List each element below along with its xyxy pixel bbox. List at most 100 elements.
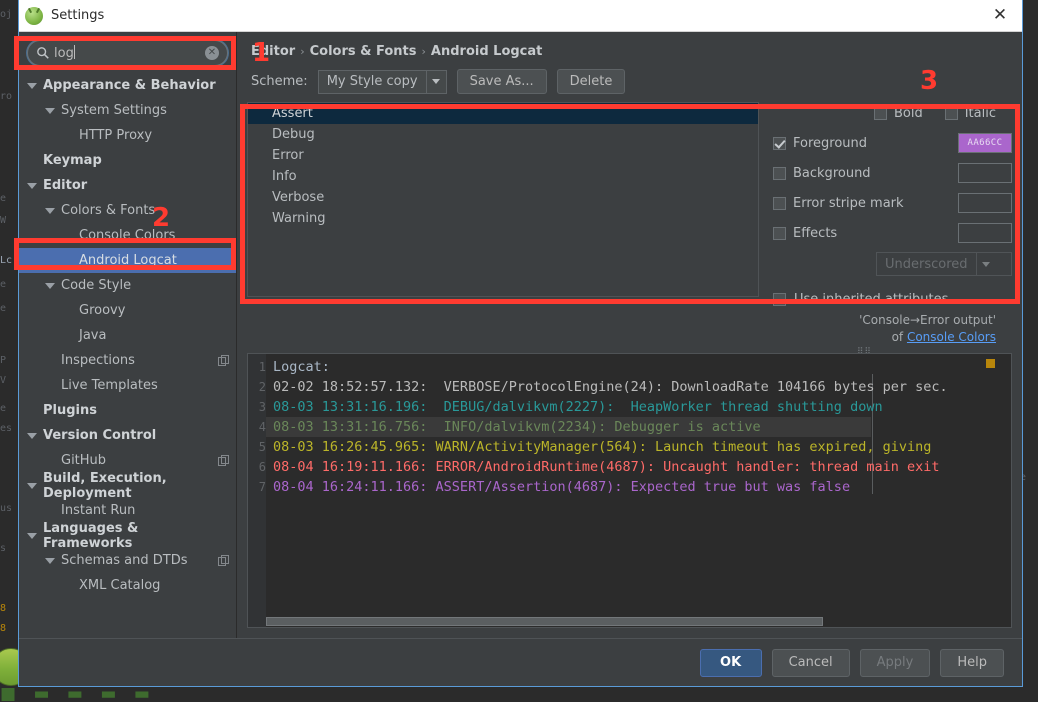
sidebar-item-github[interactable]: GitHub [19,448,236,473]
bg-left-text: e [0,403,7,414]
bg-left-text: 8 [0,603,7,614]
sidebar-item-xml-catalog[interactable]: XML Catalog [19,573,236,598]
sidebar-item-label: GitHub [61,453,107,468]
sidebar-item-java[interactable]: Java [19,323,236,348]
console-colors-link[interactable]: Console Colors [907,330,996,344]
background-checkbox[interactable]: Background [773,166,958,181]
sidebar-item-colors-fonts[interactable]: Colors & Fonts [19,198,236,223]
sidebar-item-editor[interactable]: Editor [19,173,236,198]
chevron-down-icon[interactable] [27,182,37,189]
chevron-down-icon[interactable] [27,82,37,89]
bold-checkbox[interactable]: Bold [873,106,923,121]
sidebar-item-instant-run[interactable]: Instant Run [19,498,236,523]
sidebar-item-groovy[interactable]: Groovy [19,298,236,323]
close-icon[interactable]: ✕ [978,0,1022,32]
search-box[interactable]: log ✕ [27,40,228,66]
preview-splitter[interactable]: ⣿⣿ [247,346,1012,357]
code-line-text: 02-02 18:52:57.132: VERBOSE/ProtocolEngi… [273,379,948,395]
chevron-down-icon[interactable] [45,282,55,289]
background-color-swatch[interactable] [958,163,1012,183]
code-line: 4 08-03 13:31:16.756: INFO/dalvikvm(2234)… [248,417,1011,437]
chevron-down-icon[interactable] [425,70,446,93]
sidebar-item-languages-frameworks[interactable]: Languages & Frameworks [19,521,236,551]
help-button[interactable]: Help [940,648,1004,677]
ok-button[interactable]: OK [699,648,762,677]
bg-left-text: ro [0,91,13,102]
inherited-source-note: 'Console→Error output' of Console Colors [773,312,996,346]
color-item-info[interactable]: Info [248,166,758,187]
settings-tree[interactable]: Appearance & Behavior System Settings HTTP… [19,70,236,638]
foreground-color-swatch[interactable]: AA66CC [958,133,1012,153]
chevron-down-icon[interactable] [45,107,55,114]
color-item-debug[interactable]: Debug [248,124,758,145]
chevron-down-icon[interactable] [27,532,37,539]
save-as-button[interactable]: Save As... [456,69,547,94]
sidebar-item-live-templates[interactable]: Live Templates [19,373,236,398]
bg-left-text: us [0,503,13,514]
sidebar-item-schemas-and-dtds[interactable]: Schemas and DTDs [19,548,236,573]
chevron-down-icon[interactable] [27,482,37,489]
search-input[interactable]: log [54,45,205,61]
chevron-down-icon[interactable] [45,557,55,564]
foreground-checkbox[interactable]: Foreground [773,136,958,151]
color-item-error[interactable]: Error [248,145,758,166]
effects-color-swatch[interactable] [958,223,1012,243]
copy-icon[interactable] [218,454,230,467]
sidebar-item-code-style[interactable]: Code Style [19,273,236,298]
sidebar-item-appearance-behavior[interactable]: Appearance & Behavior [19,73,236,98]
scrollbar-thumb[interactable] [266,617,823,626]
italic-checkbox[interactable]: Italic [944,106,996,121]
copy-icon[interactable] [218,554,230,567]
color-item-warning[interactable]: Warning [248,208,758,229]
apply-button[interactable]: Apply [859,648,931,677]
breadcrumb-separator: › [300,45,305,58]
clear-icon[interactable]: ✕ [205,46,219,60]
sidebar-item-version-control[interactable]: Version Control [19,423,236,448]
sidebar-item-android-logcat[interactable]: Android Logcat [19,248,236,273]
sidebar-item-build-execution-deployment[interactable]: Build, Execution, Deployment [19,471,236,501]
sidebar-item-keymap[interactable]: Keymap [19,148,236,173]
code-line-text: 08-03 16:26:45.965: WARN/ActivityManager… [273,439,932,455]
android-studio-icon [25,6,43,25]
sidebar-item-console-colors[interactable]: Console Colors [19,223,236,248]
background-label: Background [793,165,871,181]
sidebar-item-http-proxy[interactable]: HTTP Proxy [19,123,236,148]
code-line-text: 08-03 13:31:16.756: INFO/dalvikvm(2234):… [273,419,761,435]
code-line: 3 08-03 13:31:16.196: DEBUG/dalvikvm(2227… [248,397,1011,417]
chevron-down-icon[interactable] [27,432,37,439]
chevron-down-icon[interactable] [975,253,996,275]
settings-sidebar: log ✕ Appearance & Behavior System Settin… [19,32,237,638]
color-item-verbose[interactable]: Verbose [248,187,758,208]
bg-left-text: e [0,193,7,204]
inherited-of-label: of [891,330,907,344]
sidebar-item-inspections[interactable]: Inspections [19,348,236,373]
cancel-button[interactable]: Cancel [771,648,850,677]
error-stripe-mark-color-swatch[interactable] [958,193,1012,213]
color-item-list[interactable]: Assert Debug Error Info Verbose Warning [247,102,759,297]
sidebar-item-label: Schemas and DTDs [61,553,188,568]
effects-checkbox[interactable]: Effects [773,226,958,241]
sidebar-item-label: Appearance & Behavior [43,78,216,93]
delete-button[interactable]: Delete [556,69,626,94]
error-stripe-mark-checkbox[interactable]: Error stripe mark [773,196,958,211]
preview-editor[interactable]: 1 Logcat: 2 02-02 18:52:57.132: VERBOSE/Pro… [247,353,1012,628]
bg-left-text: W [0,215,7,226]
sidebar-item-label: System Settings [61,103,167,118]
scheme-select[interactable]: My Style copy [317,69,447,94]
sidebar-item-system-settings[interactable]: System Settings [19,98,236,123]
italic-label: Italic [964,106,996,121]
effects-type-select[interactable]: Underscored [876,252,1012,276]
horizontal-scrollbar[interactable] [266,616,1011,627]
error-stripe-marker[interactable] [986,359,995,368]
chevron-down-icon[interactable] [45,207,55,214]
copy-icon[interactable] [218,354,230,367]
checkbox-box [944,107,958,120]
bold-label: Bold [893,106,923,121]
color-item-assert[interactable]: Assert [248,103,758,124]
bg-left-text: e [0,303,7,314]
sidebar-item-plugins[interactable]: Plugins [19,398,236,423]
use-inherited-checkbox[interactable]: Use inherited attributes [773,292,996,307]
bg-left-text: P [0,355,7,366]
line-number: 3 [258,400,266,414]
bg-left-text: e [0,279,7,290]
